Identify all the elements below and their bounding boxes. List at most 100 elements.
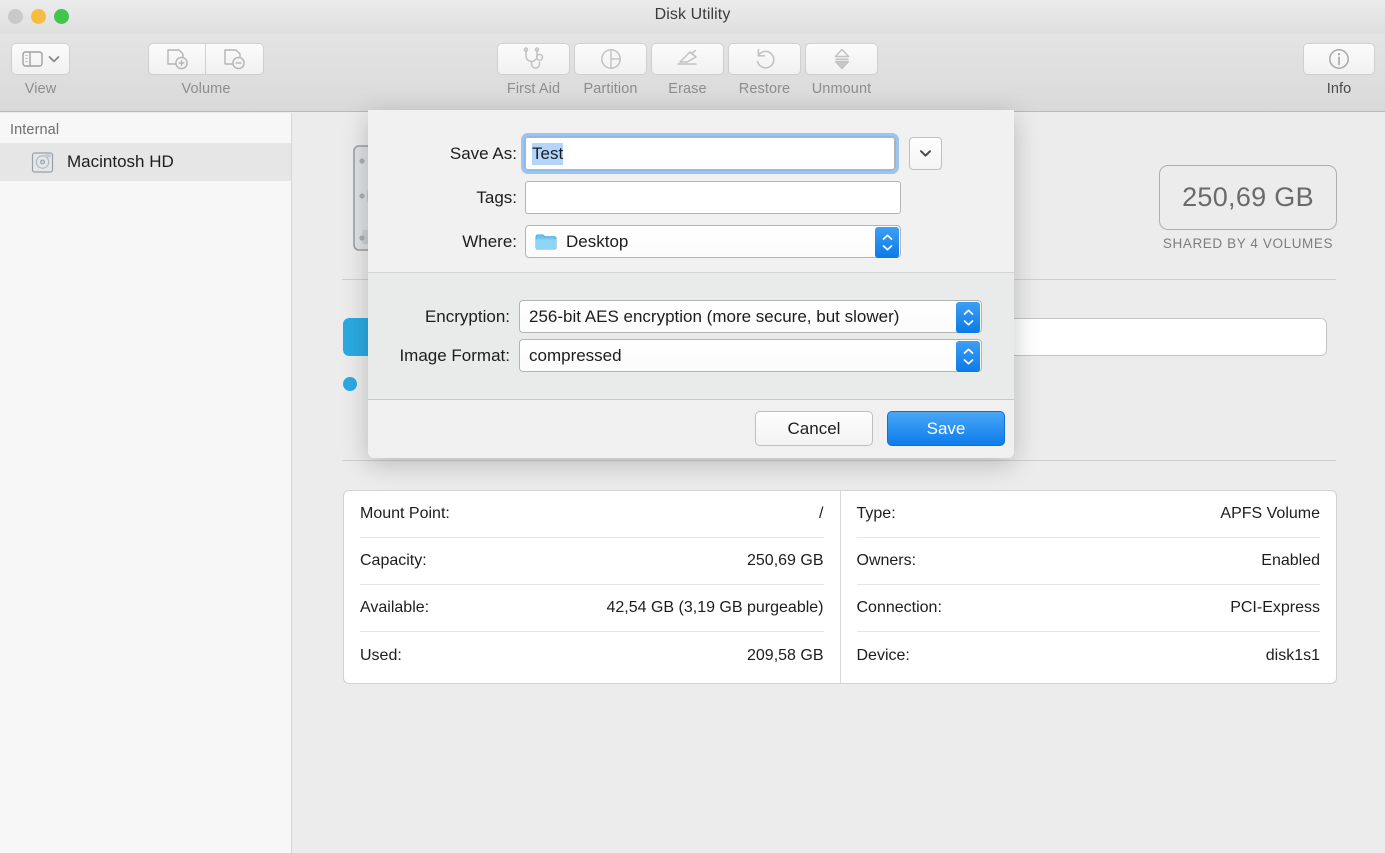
info-key: Device: <box>856 646 910 664</box>
usage-segment-free[interactable] <box>981 318 1327 356</box>
save-as-value: Test <box>532 142 564 165</box>
add-volume-icon <box>165 48 190 71</box>
first-aid-label: First Aid <box>506 81 561 97</box>
disk-utility-window: Disk Utility View Volume First Aid Parti… <box>0 0 1385 853</box>
encryption-label: Encryption: <box>424 306 510 326</box>
save-as-label: Save As: <box>449 143 517 163</box>
expand-browser-button[interactable] <box>909 137 942 170</box>
restore-label: Restore <box>738 81 791 97</box>
where-value: Desktop <box>566 231 629 251</box>
restore-item: Restore <box>728 43 801 97</box>
info-column-left: Mount Point: / Capacity: 250,69 GB Avail… <box>344 491 841 683</box>
first-aid-item: First Aid <box>497 43 570 97</box>
chevron-down-icon <box>919 149 932 158</box>
encryption-value: 256-bit AES encryption (more secure, but… <box>529 306 900 326</box>
unmount-item: Unmount <box>805 43 878 97</box>
divider-bottom <box>342 460 1336 461</box>
tags-input[interactable] <box>525 181 901 214</box>
toolbar-info-group: Info <box>1303 43 1375 97</box>
toolbar-view-group: View <box>11 43 70 97</box>
info-value: PCI-Express <box>1230 599 1320 616</box>
toolbar-volume-group: Volume <box>148 43 264 97</box>
info-label: Info <box>1326 81 1352 97</box>
remove-volume-button[interactable] <box>206 43 264 75</box>
info-key: Used: <box>360 646 402 664</box>
stethoscope-icon <box>521 47 547 71</box>
partition-button[interactable] <box>574 43 647 75</box>
partition-pie-icon <box>599 47 623 71</box>
chevron-down-icon <box>48 55 60 63</box>
table-row: Used: 209,58 GB <box>360 632 824 679</box>
capacity-badge: 250,69 GB <box>1159 165 1337 230</box>
erase-label: Erase <box>668 81 707 97</box>
info-value: 42,54 GB (3,19 GB purgeable) <box>606 599 824 616</box>
erase-button[interactable] <box>651 43 724 75</box>
erase-item: Erase <box>651 43 724 97</box>
save-as-row: Save As: Test <box>368 136 1014 171</box>
save-dialog-buttons: Cancel Save <box>755 411 1005 446</box>
tags-row: Tags: <box>368 181 1014 214</box>
remove-volume-icon <box>222 48 247 71</box>
info-key: Available: <box>360 599 430 616</box>
window-title: Disk Utility <box>654 6 731 23</box>
where-popup-button[interactable]: Desktop <box>525 225 901 258</box>
info-button[interactable] <box>1303 43 1375 75</box>
where-row: Where: Desktop <box>368 225 1014 258</box>
save-dialog: Save As: Test Tags: Where: Desktop Encry… <box>368 110 1014 458</box>
encryption-stepper[interactable] <box>956 302 980 333</box>
save-as-focus-ring: Test <box>524 136 896 171</box>
info-value: / <box>819 505 824 522</box>
folder-icon <box>535 233 557 250</box>
info-key: Capacity: <box>360 552 427 569</box>
info-value: Enabled <box>1261 552 1320 569</box>
save-button[interactable]: Save <box>887 411 1005 446</box>
partition-item: Partition <box>574 43 647 97</box>
image-format-value: compressed <box>529 345 622 365</box>
legend-color-dot <box>343 377 357 391</box>
encryption-popup-button[interactable]: 256-bit AES encryption (more secure, but… <box>519 300 982 333</box>
table-row: Owners: Enabled <box>856 538 1320 585</box>
capacity-caption: SHARED BY 4 VOLUMES <box>1162 236 1334 251</box>
cancel-button[interactable]: Cancel <box>755 411 873 446</box>
save-as-input[interactable]: Test <box>525 137 895 170</box>
image-format-popup-button[interactable]: compressed <box>519 339 982 372</box>
table-row: Type: APFS Volume <box>856 491 1320 538</box>
unmount-label: Unmount <box>811 81 872 97</box>
info-value: disk1s1 <box>1265 646 1320 664</box>
table-row: Mount Point: / <box>360 491 824 538</box>
info-value: 250,69 GB <box>747 552 824 569</box>
sidebar-item-label: Macintosh HD <box>67 152 174 171</box>
eject-icon <box>832 47 852 71</box>
volume-label: Volume <box>181 81 231 97</box>
title-bar: Disk Utility <box>0 0 1385 34</box>
where-stepper[interactable] <box>875 227 899 258</box>
info-key: Connection: <box>856 599 942 616</box>
info-key: Owners: <box>856 552 917 569</box>
volume-info-table: Mount Point: / Capacity: 250,69 GB Avail… <box>343 490 1337 684</box>
info-column-right: Type: APFS Volume Owners: Enabled Connec… <box>841 491 1337 683</box>
sidebar-item-macintosh-hd[interactable]: Macintosh HD <box>0 143 291 181</box>
encryption-row: Encryption: 256-bit AES encryption (more… <box>368 300 1014 333</box>
tags-label: Tags: <box>476 187 517 207</box>
table-row: Device: disk1s1 <box>857 632 1321 679</box>
restore-button[interactable] <box>728 43 801 75</box>
table-row: Capacity: 250,69 GB <box>360 538 824 585</box>
table-row: Connection: PCI-Express <box>856 585 1320 632</box>
eraser-icon <box>675 48 701 70</box>
sidebar: Internal Macintosh HD <box>0 113 292 853</box>
image-format-label: Image Format: <box>399 345 510 365</box>
first-aid-button[interactable] <box>497 43 570 75</box>
view-label: View <box>24 81 57 97</box>
image-format-stepper[interactable] <box>956 341 980 372</box>
add-volume-button[interactable] <box>148 43 206 75</box>
sidebar-section-internal: Internal <box>10 122 60 138</box>
info-value: 209,58 GB <box>747 646 824 664</box>
unmount-button[interactable] <box>805 43 878 75</box>
restore-undo-icon <box>753 47 777 71</box>
info-circle-icon <box>1327 47 1351 71</box>
where-label: Where: <box>462 231 517 251</box>
save-dialog-options-section <box>368 272 1014 400</box>
view-button[interactable] <box>11 43 70 75</box>
toolbar-actions: First Aid Partition Erase Restore Unmoun… <box>497 43 878 97</box>
info-value: APFS Volume <box>1220 505 1320 522</box>
